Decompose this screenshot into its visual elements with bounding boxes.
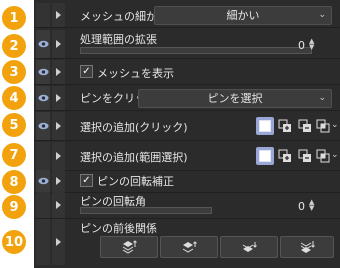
show-mesh-checkbox[interactable]: ✓ [80, 65, 93, 78]
send-backward-icon [242, 242, 257, 252]
expand-arrow-icon[interactable] [52, 112, 65, 140]
expand-arrow-icon[interactable] [52, 142, 65, 170]
eye-icon [37, 94, 49, 102]
subtract-selection-button[interactable] [296, 147, 314, 165]
add-selection-button[interactable] [276, 147, 294, 165]
spin-arrows-icon[interactable]: ▲ ▼ [309, 199, 314, 212]
pin-rotation-angle-slider[interactable] [80, 207, 212, 214]
eye-icon [37, 40, 49, 48]
square-icon [259, 120, 271, 132]
visibility-toggle[interactable] [36, 142, 50, 170]
expand-arrow-icon[interactable] [52, 86, 65, 110]
row-show-mesh: ✓ メッシュを表示 [34, 60, 340, 85]
visibility-toggle[interactable] [36, 60, 50, 84]
square-icon [259, 150, 271, 162]
badge-1: 1 [2, 6, 26, 30]
send-backward-button[interactable] [220, 236, 278, 258]
spin-arrows-icon[interactable]: ▲ ▼ [309, 38, 314, 51]
new-selection-button[interactable] [256, 117, 274, 135]
badge-10: 10 [2, 230, 26, 254]
add-selection-range-label: 選択の追加(範囲選択) [80, 151, 188, 164]
add-square-icon [278, 149, 291, 162]
mesh-density-value: 細かい [226, 9, 260, 22]
badge-8: 8 [2, 170, 26, 194]
add-selection-button[interactable] [276, 117, 294, 135]
pin-rotation-correction-checkbox[interactable]: ✓ [80, 174, 93, 187]
badge-3: 3 [2, 60, 26, 84]
intersect-selection-button[interactable] [314, 117, 332, 135]
eye-icon [37, 68, 49, 76]
expand-arrow-icon[interactable] [52, 219, 65, 265]
bring-forward-icon [182, 241, 197, 253]
row-pin-order: ピンの前後関係 [34, 219, 340, 265]
badge-5: 5 [2, 113, 26, 137]
expand-arrow-icon[interactable] [52, 60, 65, 84]
row-mesh-density: メッシュの細かさ 細かい ⌄ [34, 3, 340, 28]
expand-arrow-icon[interactable] [52, 192, 65, 218]
visibility-toggle[interactable] [36, 3, 50, 27]
pin-order-label: ピンの前後関係 [80, 222, 157, 235]
visibility-toggle[interactable] [36, 192, 50, 218]
add-selection-click-label: 選択の追加(クリック) [80, 121, 188, 134]
row-processing-range: 処理範囲の拡張 0 ▲ ▼ [34, 30, 340, 59]
chevron-down-icon: ⌄ [318, 93, 326, 103]
row-pin-rotation-correction: ✓ ピンの回転補正 [34, 170, 340, 193]
add-square-icon [278, 119, 291, 132]
pin-click-select[interactable]: ピンを選択 ⌄ [138, 89, 332, 108]
mesh-density-select[interactable]: 細かい ⌄ [154, 6, 332, 25]
chevron-down-icon[interactable]: ⌄ [331, 150, 339, 160]
visibility-toggle[interactable] [36, 112, 50, 140]
pin-rotation-correction-label: ピンの回転補正 [97, 175, 174, 188]
row-pin-click: ピンをクリック ピンを選択 ⌄ [34, 86, 340, 111]
pin-rotation-angle-value: 0 [298, 200, 305, 213]
send-to-back-icon [300, 241, 315, 253]
processing-range-slider[interactable] [80, 47, 312, 54]
visibility-toggle[interactable] [36, 86, 50, 110]
eye-icon [37, 177, 49, 185]
badge-9: 9 [2, 195, 26, 219]
bring-forward-button[interactable] [160, 236, 218, 258]
intersect-square-icon [316, 149, 330, 163]
badge-4: 4 [2, 86, 26, 110]
eye-icon [37, 122, 49, 130]
send-to-back-button[interactable] [280, 236, 334, 258]
badge-7: 7 [2, 143, 26, 167]
expand-arrow-icon[interactable] [52, 3, 65, 27]
tool-property-panel: メッシュの細かさ 細かい ⌄ 処理範囲の拡張 0 ▲ ▼ ✓ メッシュを表示 ピン… [34, 0, 340, 268]
expand-arrow-icon[interactable] [52, 30, 65, 58]
visibility-toggle[interactable] [36, 170, 50, 192]
new-selection-button[interactable] [256, 147, 274, 165]
subtract-square-icon [298, 119, 311, 132]
show-mesh-label: メッシュを表示 [97, 67, 174, 80]
row-pin-rotation-angle: ピンの回転角 0 ▲ ▼ [34, 192, 340, 219]
visibility-toggle[interactable] [36, 219, 50, 265]
bring-to-front-button[interactable] [100, 236, 158, 258]
chevron-down-icon: ⌄ [318, 10, 326, 20]
row-add-selection-click: 選択の追加(クリック) ⌄ [34, 112, 340, 141]
expand-arrow-icon[interactable] [52, 170, 65, 192]
intersect-selection-button[interactable] [314, 147, 332, 165]
processing-range-label: 処理範囲の拡張 [80, 33, 157, 46]
bring-to-front-icon [122, 240, 137, 254]
chevron-down-icon[interactable]: ⌄ [331, 120, 339, 130]
intersect-square-icon [316, 119, 330, 133]
row-add-selection-range: 選択の追加(範囲選択) ⌄ [34, 142, 340, 171]
visibility-toggle[interactable] [36, 30, 50, 58]
pin-click-value: ピンを選択 [207, 92, 263, 105]
subtract-square-icon [298, 149, 311, 162]
subtract-selection-button[interactable] [296, 117, 314, 135]
badge-2: 2 [2, 34, 26, 58]
processing-range-value: 0 [298, 39, 305, 52]
